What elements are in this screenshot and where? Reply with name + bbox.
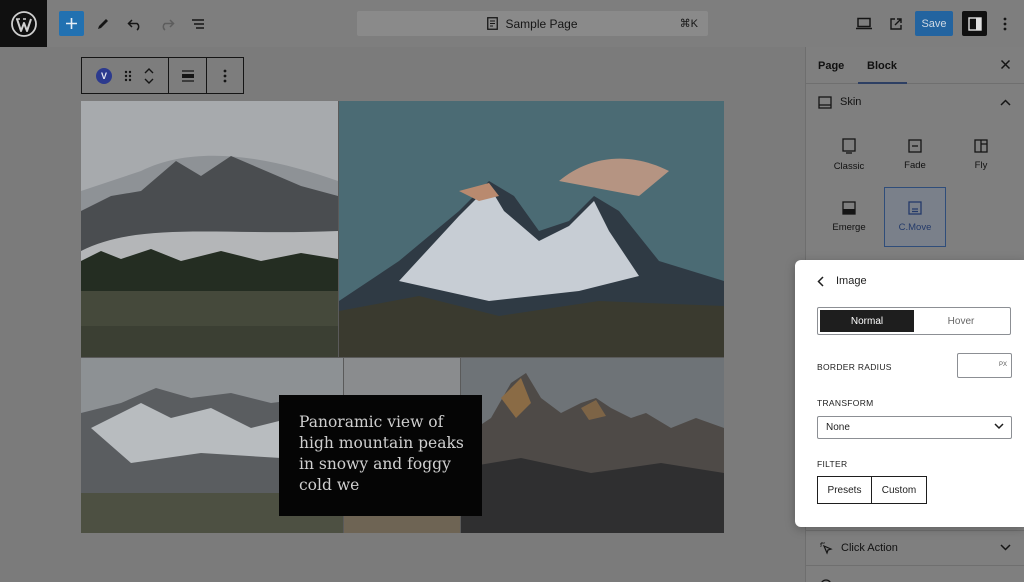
desktop-icon: [856, 17, 872, 30]
redo-button[interactable]: [156, 11, 178, 36]
sidebar-toggle-icon: [967, 16, 982, 31]
chevron-down-icon: [994, 423, 1004, 430]
tab-page[interactable]: Page: [818, 60, 844, 72]
fly-skin-icon: [974, 139, 988, 153]
skin-icon: [818, 95, 832, 109]
skin-section-title: Skin: [840, 96, 862, 108]
undo-icon: [127, 18, 140, 31]
plus-icon: [66, 18, 77, 29]
image-caption-overlay: Panoramic view of high mountain peaks in…: [279, 395, 482, 516]
document-title: Sample Page: [505, 16, 578, 31]
block-options-button[interactable]: [207, 58, 243, 93]
align-button[interactable]: [169, 58, 207, 93]
external-link-icon: [890, 17, 902, 30]
page-icon: [487, 17, 499, 30]
redo-icon: [162, 18, 175, 31]
block-type-group: V: [82, 58, 169, 93]
filter-custom-button[interactable]: Custom: [871, 477, 926, 503]
chevron-down-icon: [1000, 544, 1011, 551]
chevron-up-icon[interactable]: [144, 67, 154, 74]
skin-option-label: C.Move: [898, 222, 932, 233]
tools-button[interactable]: [93, 11, 113, 36]
skin-option-fly[interactable]: Fly: [950, 125, 1012, 185]
list-view-button[interactable]: [187, 11, 209, 36]
pointer-click-icon: [820, 541, 833, 555]
skin-option-c-move[interactable]: C.Move: [884, 187, 946, 247]
state-toggle: Normal Hover: [817, 307, 1011, 335]
gallery-image-foggy-mountain[interactable]: [81, 101, 338, 357]
skin-option-label: Classic: [833, 161, 865, 172]
close-icon[interactable]: [1000, 59, 1011, 70]
c-move-skin-icon: [908, 201, 922, 215]
settings-toggle-button[interactable]: [962, 11, 987, 36]
filter-label: FILTER: [817, 459, 848, 469]
gallery-image-snowy-peak[interactable]: [339, 101, 724, 357]
skin-option-label: Fly: [974, 160, 988, 171]
skin-option-label: Fade: [904, 160, 926, 171]
section-icon: [820, 578, 832, 582]
preview-device-button[interactable]: [853, 11, 875, 36]
click-action-section-header[interactable]: Click Action: [806, 530, 1024, 564]
classic-skin-icon: [842, 138, 856, 154]
chevron-up-icon: [1000, 98, 1011, 106]
view-page-button[interactable]: [885, 11, 907, 36]
border-radius-input[interactable]: PX: [957, 353, 1012, 378]
transform-selected-value: None: [826, 422, 850, 433]
list-view-icon: [192, 18, 204, 29]
skin-option-label: Emerge: [832, 222, 866, 233]
undo-button[interactable]: [124, 11, 146, 36]
options-menu-button[interactable]: [997, 11, 1013, 36]
align-icon: [181, 69, 194, 82]
skin-option-classic[interactable]: Classic: [818, 125, 880, 185]
wordpress-icon: [10, 10, 37, 37]
image-gallery[interactable]: Panoramic view of high mountain peaks in…: [81, 101, 724, 533]
add-block-button[interactable]: [59, 11, 84, 36]
gallery-image-jagged-peaks[interactable]: [461, 358, 724, 533]
image-style-popover: Image Normal Hover BORDER RADIUS PX TRAN…: [795, 260, 1024, 527]
sidebar-tabs: Page Block: [806, 47, 1024, 84]
block-toolbar: V: [81, 57, 244, 94]
tab-block[interactable]: Block: [867, 60, 897, 72]
pen-icon: [98, 18, 108, 29]
popover-header: Image: [817, 275, 867, 287]
border-radius-unit[interactable]: PX: [999, 362, 1007, 368]
popover-title: Image: [836, 275, 867, 287]
command-shortcut: ⌘K: [679, 18, 698, 30]
block-type-badge[interactable]: V: [96, 67, 112, 84]
transform-select[interactable]: None: [817, 416, 1012, 439]
state-hover-button[interactable]: Hover: [914, 310, 1008, 332]
emerge-skin-icon: [842, 201, 856, 215]
skin-section-header[interactable]: Skin: [806, 84, 1024, 120]
move-buttons: [144, 67, 154, 84]
save-button[interactable]: Save: [915, 11, 953, 36]
editor-canvas: V Panoramic view of high mountain peaks …: [0, 47, 805, 582]
filter-button-group: Presets Custom: [817, 476, 927, 504]
border-radius-label: BORDER RADIUS: [817, 362, 892, 372]
click-action-title: Click Action: [841, 541, 898, 554]
drag-handle-icon[interactable]: [124, 70, 132, 82]
top-toolbar: Sample Page ⌘K Save: [0, 0, 1024, 47]
command-palette-bar[interactable]: Sample Page ⌘K: [357, 11, 708, 36]
chevron-down-icon[interactable]: [144, 78, 154, 84]
filter-presets-button[interactable]: Presets: [818, 477, 871, 503]
fade-skin-icon: [908, 139, 922, 153]
skin-option-fade[interactable]: Fade: [884, 125, 946, 185]
skin-option-emerge[interactable]: Emerge: [818, 187, 880, 247]
more-vertical-icon: [223, 69, 227, 82]
state-normal-button[interactable]: Normal: [820, 310, 914, 332]
next-section-header[interactable]: [806, 565, 1024, 582]
chevron-left-icon[interactable]: [817, 275, 824, 287]
transform-label: TRANSFORM: [817, 398, 874, 408]
more-vertical-icon: [1003, 17, 1007, 30]
wordpress-logo-button[interactable]: [0, 0, 47, 47]
